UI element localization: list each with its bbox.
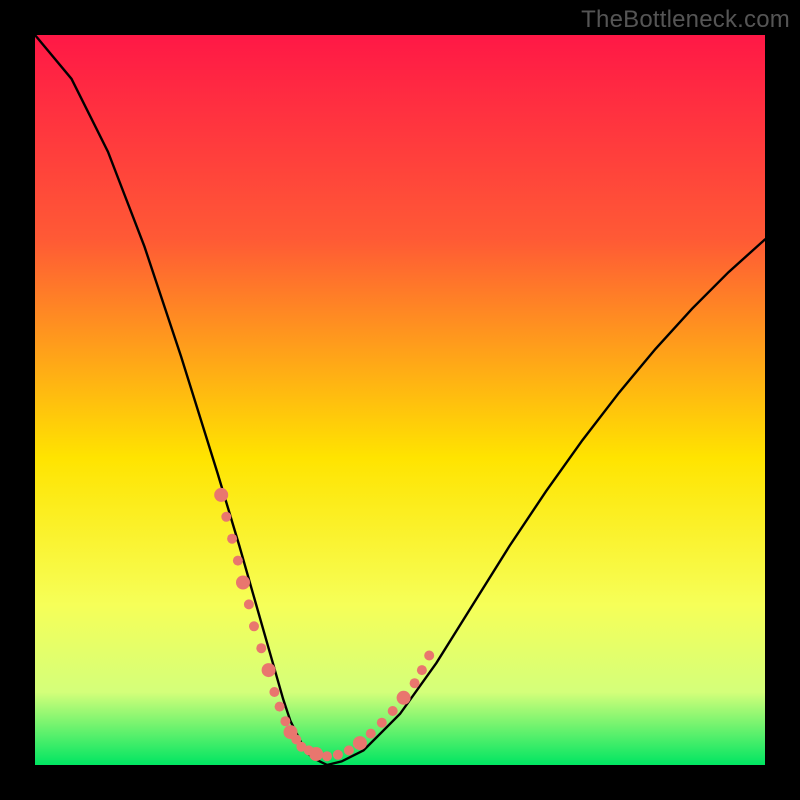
highlight-point	[221, 512, 231, 522]
highlight-point	[410, 678, 420, 688]
highlight-point	[233, 556, 243, 566]
highlight-point	[275, 702, 285, 712]
highlight-point	[249, 621, 259, 631]
chart-frame: TheBottleneck.com	[0, 0, 800, 800]
highlight-point	[236, 576, 250, 590]
highlight-point	[388, 706, 398, 716]
highlight-point	[397, 691, 411, 705]
highlight-point	[353, 736, 367, 750]
highlight-point	[417, 665, 427, 675]
highlight-point	[424, 651, 434, 661]
bottleneck-chart	[0, 0, 800, 800]
highlight-point	[256, 643, 266, 653]
plot-background	[35, 35, 765, 765]
highlight-point	[377, 718, 387, 728]
highlight-point	[280, 716, 290, 726]
highlight-point	[333, 750, 343, 760]
watermark-text: TheBottleneck.com	[581, 6, 790, 34]
highlight-point	[322, 751, 332, 761]
highlight-point	[214, 488, 228, 502]
highlight-point	[244, 599, 254, 609]
highlight-point	[366, 729, 376, 739]
highlight-point	[262, 663, 276, 677]
highlight-point	[309, 747, 323, 761]
highlight-point	[344, 745, 354, 755]
highlight-point	[227, 534, 237, 544]
highlight-point	[269, 687, 279, 697]
